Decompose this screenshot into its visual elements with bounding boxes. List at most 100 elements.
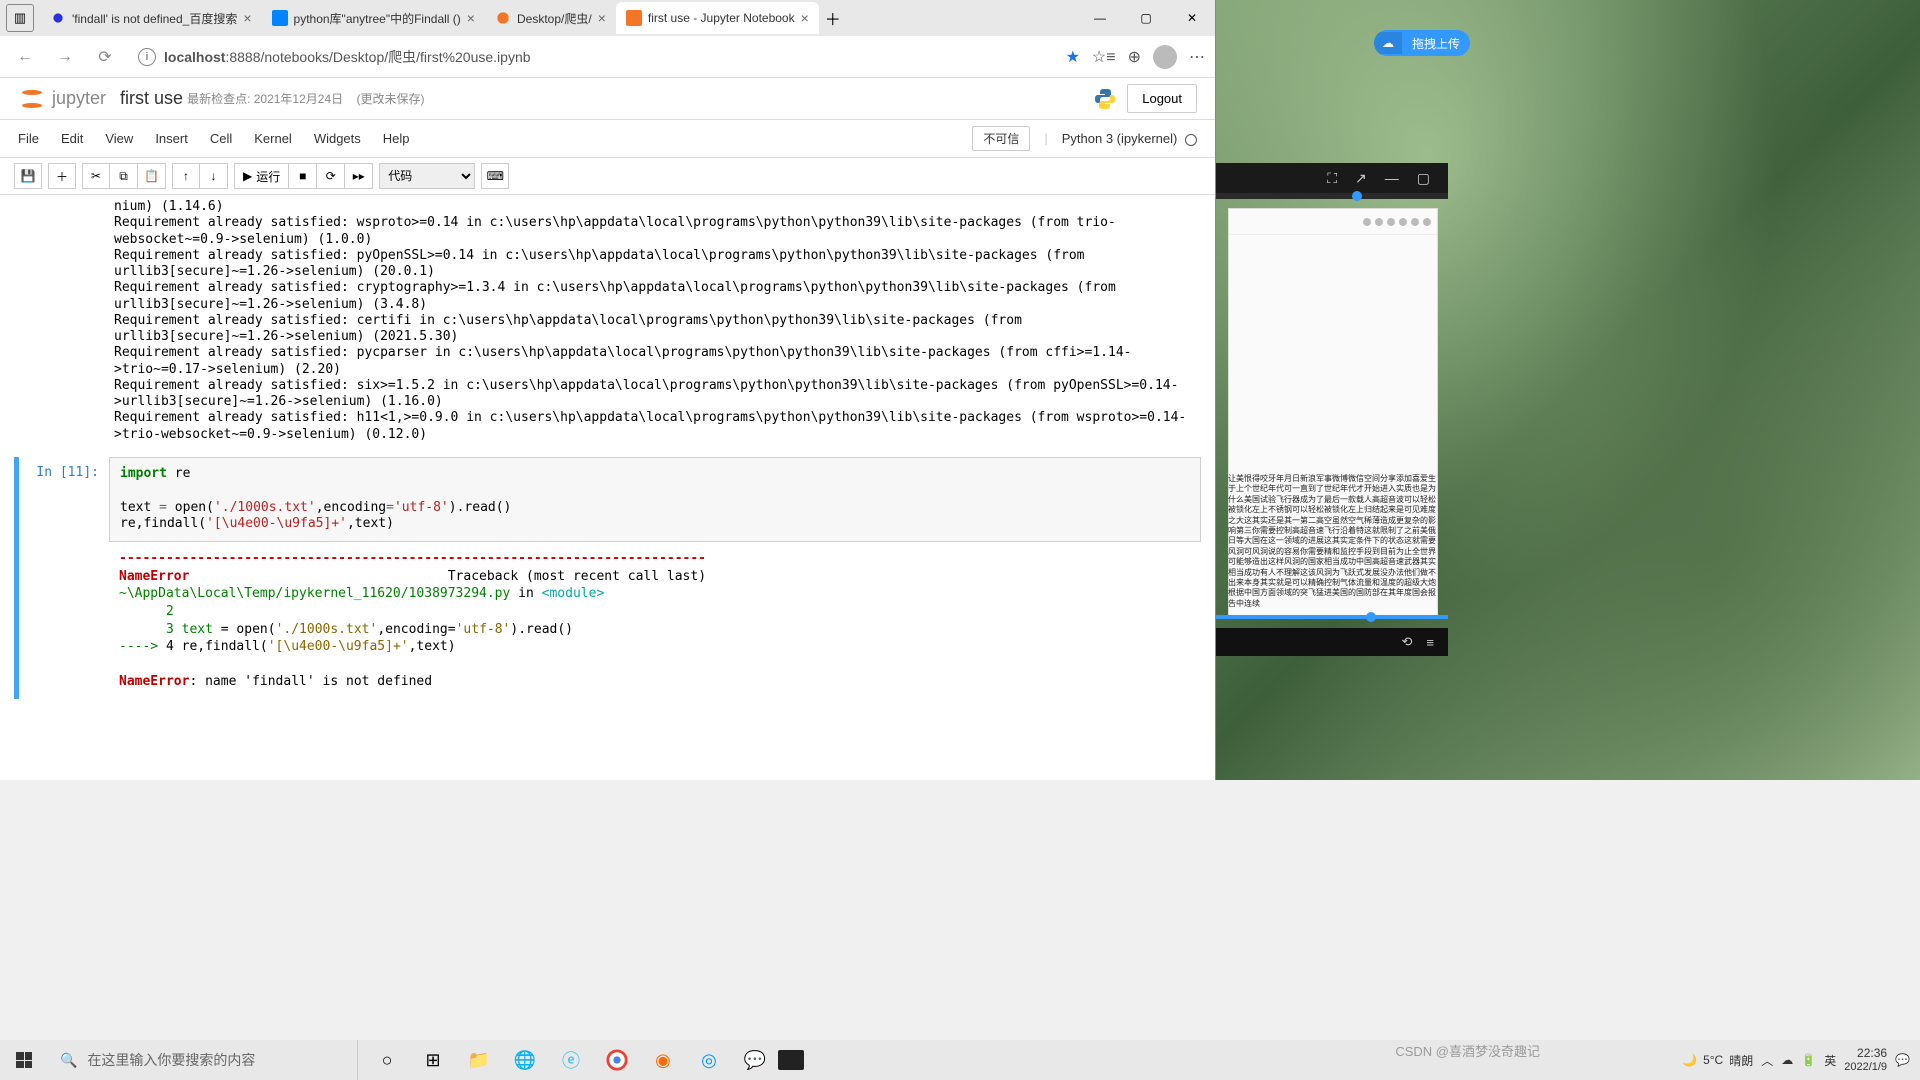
jupyter-logo-icon <box>18 85 46 113</box>
cut-button[interactable]: ✂ <box>82 163 110 189</box>
scrubber-handle[interactable] <box>1352 191 1362 201</box>
weather-temp: 5°C <box>1703 1053 1723 1067</box>
tab-jupyter-notebook[interactable]: first use - Jupyter Notebook × <box>616 2 819 34</box>
menu-help[interactable]: Help <box>383 131 410 146</box>
notebook-name[interactable]: first use <box>120 88 183 109</box>
save-button[interactable]: 💾 <box>14 163 42 189</box>
tab-zhihu[interactable]: python库"anytree"中的Findall () × <box>262 2 485 34</box>
maximize-button[interactable]: ▢ <box>1123 3 1169 33</box>
chrome-icon[interactable] <box>594 1040 640 1080</box>
move-down-button[interactable]: ↓ <box>200 163 228 189</box>
restart-run-all-button[interactable]: ▸▸ <box>345 163 373 189</box>
collections-icon[interactable]: ⊕ <box>1128 47 1141 67</box>
profile-icon[interactable] <box>1153 45 1177 69</box>
tray-ime[interactable]: 英 <box>1824 1052 1836 1069</box>
reload-button[interactable]: ⟳ <box>90 42 120 72</box>
explorer-icon[interactable]: 📁 <box>456 1040 502 1080</box>
min-icon[interactable]: — <box>1385 170 1399 186</box>
window-controls: — ▢ ✕ <box>1077 3 1215 33</box>
video-scrubber-bottom[interactable] <box>1216 615 1448 619</box>
terminal-icon[interactable] <box>778 1050 804 1070</box>
clock[interactable]: 22:36 2022/1/9 <box>1844 1047 1887 1072</box>
menu-insert[interactable]: Insert <box>155 131 188 146</box>
loop-icon[interactable]: ⟲ <box>1402 634 1413 650</box>
pointer-icon[interactable]: ↗ <box>1355 170 1367 187</box>
run-button[interactable]: ▶ 运行 <box>234 163 289 189</box>
copy-button[interactable]: ⧉ <box>110 163 138 189</box>
ie-icon[interactable]: ⓔ <box>548 1040 594 1080</box>
minimize-button[interactable]: — <box>1077 3 1123 33</box>
system-tray: 🌙 5°C 晴朗 ︿ ☁ 🔋 英 22:36 2022/1/9 💬 <box>1682 1047 1920 1072</box>
url-host: localhost <box>164 49 225 65</box>
jupyter-logo[interactable]: jupyter <box>18 85 106 113</box>
paste-button[interactable]: 📋 <box>138 163 166 189</box>
logout-button[interactable]: Logout <box>1127 84 1197 113</box>
tab-label: python库"anytree"中的Findall () <box>294 10 461 27</box>
favorite-icon[interactable]: ★ <box>1066 47 1080 67</box>
back-button[interactable]: ← <box>10 42 40 72</box>
tray-chevron-icon[interactable]: ︿ <box>1761 1052 1773 1069</box>
menu-view[interactable]: View <box>105 131 133 146</box>
jupyter-logo-text: jupyter <box>52 88 106 109</box>
tray-battery-icon[interactable]: 🔋 <box>1801 1053 1816 1067</box>
move-up-button[interactable]: ↑ <box>172 163 200 189</box>
kernel-name[interactable]: Python 3 (ipykernel) <box>1062 131 1197 146</box>
command-palette-button[interactable]: ⌨ <box>481 163 509 189</box>
menu-file[interactable]: File <box>18 131 39 146</box>
close-icon[interactable]: × <box>801 10 809 26</box>
code-cell[interactable]: In [11]: import re text = open('./1000s.… <box>14 457 1201 699</box>
code-input[interactable]: import re text = open('./1000s.txt',enco… <box>109 457 1201 543</box>
upload-widget[interactable]: ☁ 拖拽上传 <box>1374 30 1470 56</box>
video-scrubber-top[interactable] <box>1216 193 1448 199</box>
cjk-text-block: 让美恨得咬牙年月日新浪军事微博微信空间分享添加喜爱生于上个世纪年代可一直到了世纪… <box>1228 474 1442 609</box>
tab-baidu[interactable]: 'findall' is not defined_百度搜索 × <box>40 2 262 34</box>
menu-cell[interactable]: Cell <box>210 131 232 146</box>
video-top-controls: ⛶ ↗ — ▢ <box>1216 163 1448 193</box>
edge-icon[interactable]: 🌐 <box>502 1040 548 1080</box>
task-view-icon[interactable]: ⊞ <box>410 1040 456 1080</box>
notifications-icon[interactable]: 💬 <box>1895 1053 1910 1067</box>
input-prompt: In [11]: <box>19 457 109 699</box>
trusted-indicator[interactable]: 不可信 <box>972 126 1030 151</box>
new-tab-button[interactable]: ＋ <box>819 4 847 32</box>
error-output: ----------------------------------------… <box>109 542 1201 698</box>
start-button[interactable] <box>0 1040 48 1080</box>
checkpoint-text: 最新检查点: 2021年12月24日 (更改未保存) <box>187 90 424 107</box>
baidu-favicon-icon <box>50 10 66 26</box>
list-icon[interactable]: ≡ <box>1426 635 1434 650</box>
favorites-bar-icon[interactable]: ☆≡ <box>1092 47 1116 67</box>
screenshot-icon[interactable]: ⛶ <box>1327 170 1337 187</box>
forward-button[interactable]: → <box>50 42 80 72</box>
restart-button[interactable]: ⟳ <box>317 163 345 189</box>
close-icon[interactable]: × <box>243 10 251 26</box>
close-icon[interactable]: × <box>598 10 606 26</box>
scrubber-handle-2[interactable] <box>1366 612 1376 622</box>
tab-jupyter-tree[interactable]: Desktop/爬虫/ × <box>485 2 616 34</box>
menu-edit[interactable]: Edit <box>61 131 83 146</box>
tray-onedrive-icon[interactable]: ☁ <box>1781 1053 1793 1067</box>
notebook-body[interactable]: nium) (1.14.6) Requirement already satis… <box>0 195 1215 780</box>
moon-icon: 🌙 <box>1682 1053 1697 1067</box>
browser-window: ▥ 'findall' is not defined_百度搜索 × python… <box>0 0 1216 780</box>
site-info-icon[interactable]: i <box>138 48 156 66</box>
tab-strip: 'findall' is not defined_百度搜索 × python库"… <box>40 2 1077 34</box>
tab-actions-icon[interactable]: ▥ <box>6 4 34 32</box>
cortana-icon[interactable]: ○ <box>364 1040 410 1080</box>
close-window-button[interactable]: ✕ <box>1169 3 1215 33</box>
wechat-icon[interactable]: 💬 <box>732 1040 778 1080</box>
url-field[interactable]: i localhost:8888/notebooks/Desktop/爬虫/fi… <box>130 47 1056 67</box>
taskbar-search[interactable]: 🔍 在这里输入你要搜索的内容 <box>48 1040 358 1080</box>
app-icon-2[interactable]: ◎ <box>686 1040 732 1080</box>
close-icon[interactable]: × <box>467 10 475 26</box>
tab-label: Desktop/爬虫/ <box>517 10 592 27</box>
menu-widgets[interactable]: Widgets <box>314 131 361 146</box>
more-icon[interactable]: ⋯ <box>1189 47 1205 67</box>
menu-kernel[interactable]: Kernel <box>254 131 292 146</box>
insert-cell-button[interactable]: ＋ <box>48 163 76 189</box>
max-icon[interactable]: ▢ <box>1417 170 1430 187</box>
weather-widget[interactable]: 🌙 5°C 晴朗 <box>1682 1052 1753 1069</box>
celltype-select[interactable]: 代码 <box>379 163 475 189</box>
interrupt-button[interactable]: ■ <box>289 163 317 189</box>
browser-titlebar: ▥ 'findall' is not defined_百度搜索 × python… <box>0 0 1215 36</box>
app-icon-1[interactable]: ◉ <box>640 1040 686 1080</box>
